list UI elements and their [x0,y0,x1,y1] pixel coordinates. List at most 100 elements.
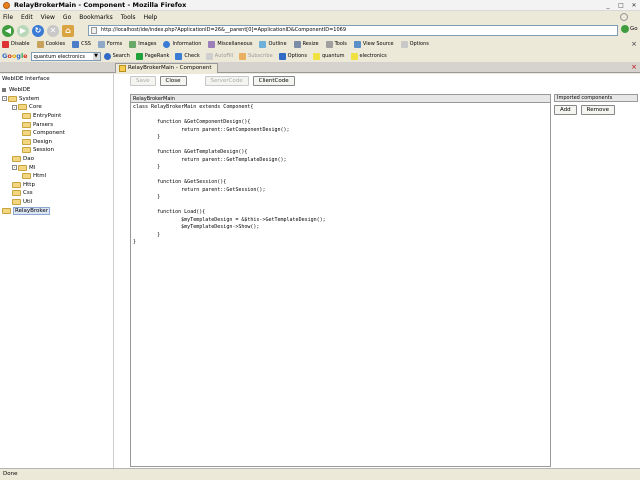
forward-icon[interactable]: ▶ [17,24,29,37]
home-icon[interactable]: ⌂ [62,24,74,37]
tree-node[interactable]: Design [2,138,65,147]
imported-components-buttons: Add Remove [554,105,638,115]
close-tab-icon[interactable]: × [631,63,637,71]
menu-file[interactable]: File [3,14,13,21]
url-input[interactable]: http://localhost/ide/index.php?Applicati… [88,25,618,36]
go-label: Go [630,26,638,32]
folder-icon [22,121,31,128]
reload-icon[interactable]: ↻ [32,24,44,37]
folder-icon [22,130,31,137]
tree-node[interactable]: Http [2,181,65,190]
subscribe-icon [239,52,247,60]
dev-outline[interactable]: Outline [259,40,287,48]
dev-miscellaneous[interactable]: Miscellaneous [208,40,252,48]
save-button[interactable]: Save [130,76,156,86]
menu-go[interactable]: Go [63,14,71,21]
navigation-toolbar: ◀ ▶ ↻ ✕ ⌂ http://localhost/ide/index.php… [0,23,640,38]
images-icon [129,40,137,48]
tree-node[interactable]: EntryPoint [2,112,65,121]
tree-node-label: Css [23,190,33,197]
dev-disable[interactable]: Disable [2,40,30,48]
tree-node[interactable]: Session [2,146,65,155]
menu-view[interactable]: View [41,14,55,21]
google-highlight-quantum[interactable]: quantum [312,52,345,60]
tab-relaybrokermain[interactable]: RelayBrokerMain - Component [115,63,218,73]
menu-bookmarks[interactable]: Bookmarks [79,14,113,21]
folder-icon [22,138,31,145]
firefox-icon [3,1,10,9]
close-toolbar-icon[interactable]: × [631,40,637,48]
search-icon [103,52,111,60]
tree-node-label: Core [29,104,42,111]
google-subscribe-button[interactable]: Subscribe [239,52,273,60]
folder-icon [22,173,31,180]
tree-node[interactable]: WebIDE [2,86,65,95]
page-content: WebIDE Interface WebIDE - System - Core Entry… [0,74,640,468]
information-icon [163,40,171,48]
cookies-icon [36,40,44,48]
tree-node[interactable]: - Ml [2,163,65,172]
dev-forms[interactable]: Forms [97,40,122,48]
tree-node[interactable]: Util [2,198,65,207]
dev-resize[interactable]: Resize [293,40,319,48]
go-button[interactable]: Go [621,25,638,33]
dev-css[interactable]: CSS [72,40,91,48]
menu-edit[interactable]: Edit [21,14,33,21]
tree-node-label: Util [23,199,33,206]
status-text: Done [3,471,18,477]
tree-node[interactable]: Parsers [2,120,65,129]
menu-help[interactable]: Help [144,14,158,21]
folder-icon [18,104,27,111]
dev-images[interactable]: Images [129,40,156,48]
collapse-toggle-icon[interactable]: - [12,104,17,110]
tree-node[interactable]: - System [2,95,65,104]
folder-icon [22,147,31,154]
tree-node[interactable]: Dao [2,155,65,164]
imported-components-title: Imported components [554,94,638,102]
dev-options[interactable]: Options [400,40,429,48]
google-search-input[interactable]: quantum electronics ▼ [30,51,101,61]
stop-icon[interactable]: ✕ [47,24,59,37]
tree-node[interactable]: Html [2,172,65,181]
dev-view-source[interactable]: View Source [353,40,394,48]
tree-node[interactable]: RelayBroker [2,206,65,215]
component-editor-panel: Save Close ServerCode ClientCode RelayBr… [118,74,640,468]
collapse-toggle-icon[interactable]: - [2,96,7,102]
close-button[interactable]: Close [159,76,187,86]
dev-tools[interactable]: Tools [325,40,347,48]
add-button[interactable]: Add [554,105,577,115]
collapse-toggle-icon[interactable]: - [12,165,17,171]
google-highlight-electronics[interactable]: electronics [350,52,387,60]
back-icon[interactable]: ◀ [2,24,14,37]
servercode-button[interactable]: ServerCode [204,76,249,86]
dev-cookies[interactable]: Cookies [36,40,65,48]
google-toolbar: Google quantum electronics ▼ Search Page… [0,50,640,62]
tree-node[interactable]: Component [2,129,65,138]
minimize-icon[interactable]: _ [602,1,614,10]
tree-node[interactable]: - Core [2,103,65,112]
status-bar: Done [0,468,640,480]
close-window-icon[interactable]: ✕ [628,1,640,10]
google-options-button[interactable]: Options [278,52,307,60]
check-icon [175,52,183,60]
clientcode-button[interactable]: ClientCode [252,76,295,86]
options-icon [400,40,408,48]
window-controls: _ □ ✕ [601,1,640,10]
window-titlebar: RelayBrokerMain - Component - Mozilla Fi… [0,0,640,11]
tree-node[interactable]: Css [2,189,65,198]
maximize-icon[interactable]: □ [615,1,627,10]
code-text[interactable]: class RelayBrokerMain extends Component{… [131,103,550,248]
throbber-icon [620,13,628,21]
dev-information[interactable]: Information [163,40,201,48]
google-autofill-button[interactable]: AutoFill [205,52,233,60]
remove-button[interactable]: Remove [580,105,615,115]
folder-icon [12,190,21,197]
menu-tools[interactable]: Tools [121,14,136,21]
code-editor[interactable]: RelayBrokerMain class RelayBrokerMain ex… [130,94,551,467]
chevron-down-icon[interactable]: ▼ [92,52,100,60]
tab-bar: RelayBrokerMain - Component × [0,62,640,73]
tree-header: WebIDE Interface [2,76,50,82]
google-search-button[interactable]: Search [103,52,130,60]
google-check-button[interactable]: Check [175,52,200,60]
disable-icon [2,40,9,48]
